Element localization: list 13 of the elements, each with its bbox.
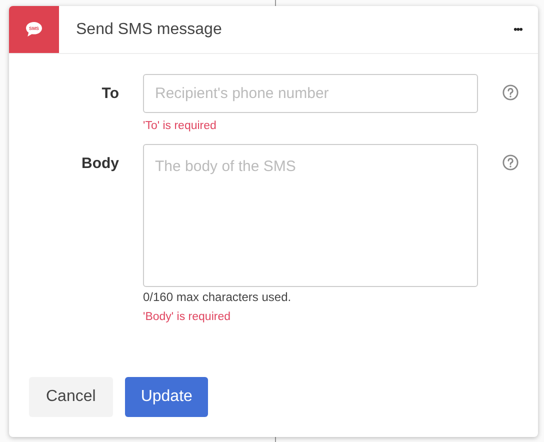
update-button[interactable]: Update — [124, 377, 208, 417]
help-icon[interactable] — [502, 84, 519, 101]
error-message: 'Body' is required — [143, 311, 232, 323]
text-input[interactable]: Recipient's phone number — [143, 74, 478, 113]
more-menu-button[interactable]: ••• — [513, 24, 522, 36]
character-count: 0/160 max characters used. — [143, 290, 292, 304]
body-textarea[interactable]: The body of the SMS — [143, 144, 478, 287]
field-label: Body — [82, 154, 119, 172]
cancel-button[interactable]: Cancel — [29, 377, 113, 417]
error-message: 'To' is required — [143, 120, 218, 132]
field-label: To — [102, 84, 119, 102]
help-icon[interactable] — [502, 154, 519, 171]
dialog-title: Send SMS message — [76, 20, 223, 38]
